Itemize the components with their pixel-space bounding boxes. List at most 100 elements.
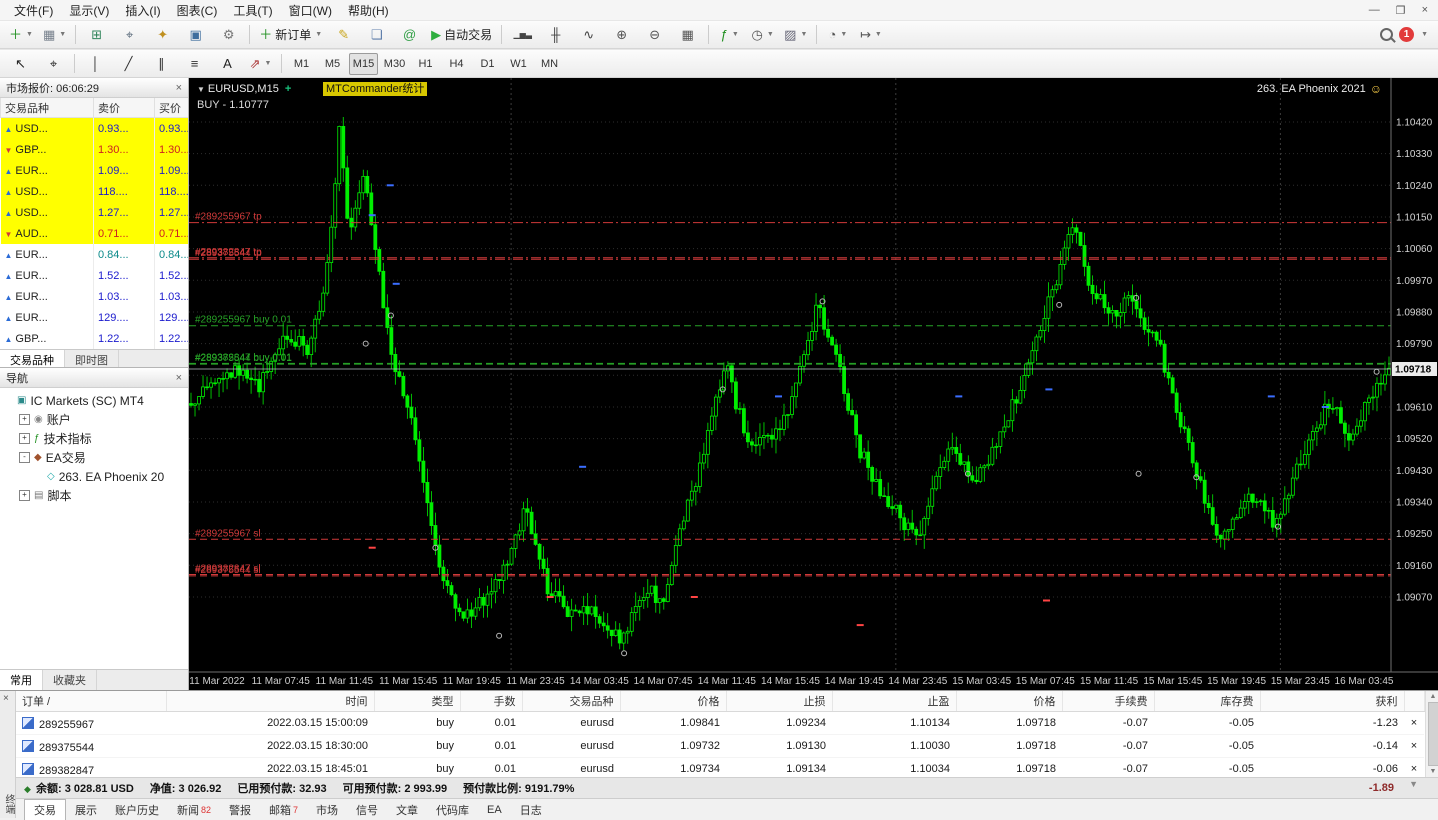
- terminal-tab-日志[interactable]: 日志: [511, 799, 551, 820]
- terminal-close-icon[interactable]: ×: [3, 693, 9, 704]
- candlestick-icon[interactable]: ╫: [539, 22, 572, 47]
- chart-area[interactable]: #289255967 tp#289382847 tp#289375544 tp#…: [189, 78, 1438, 690]
- orders-col-1[interactable]: 订单 /: [16, 691, 166, 712]
- tab-交易品种[interactable]: 交易品种: [0, 350, 65, 368]
- clock-icon[interactable]: ◔▼: [821, 22, 854, 47]
- line-chart-icon[interactable]: ∿: [572, 22, 605, 47]
- tree-item[interactable]: +◉账户: [0, 410, 188, 429]
- arrows-icon[interactable]: ⇗▼: [244, 51, 277, 76]
- menu-item-1[interactable]: 文件(F): [6, 3, 61, 19]
- terminal-tab-新闻[interactable]: 新闻82: [168, 799, 220, 820]
- indicators-icon[interactable]: ƒ▼: [713, 22, 746, 47]
- crosshair-icon[interactable]: ⌖: [37, 51, 70, 76]
- fibonacci-icon[interactable]: ≡: [178, 51, 211, 76]
- orders-col-5[interactable]: 交易品种: [522, 691, 620, 712]
- terminal-tab-EA[interactable]: EA: [478, 799, 511, 820]
- orders-col-6[interactable]: 价格: [620, 691, 726, 712]
- scroll-up-icon[interactable]: ▲: [1430, 693, 1437, 700]
- vline-icon[interactable]: │: [79, 51, 112, 76]
- market-watch-row[interactable]: ▲EUR...0.84...0.84...: [1, 244, 189, 265]
- new-order-button[interactable]: ＋新订单▼: [254, 22, 327, 47]
- timeframe-m30[interactable]: M30: [380, 53, 409, 75]
- bar-chart-icon[interactable]: ▁▅▃: [506, 22, 539, 47]
- search-icon[interactable]: [1380, 28, 1393, 41]
- zoom-out-icon[interactable]: ⊖: [638, 22, 671, 47]
- menu-item-2[interactable]: 显示(V): [61, 3, 117, 19]
- order-row[interactable]: 2893755442022.03.15 18:30:00buy0.01eurus…: [16, 735, 1424, 758]
- autotrading-button[interactable]: ▶自动交易: [426, 22, 497, 47]
- minimize-icon[interactable]: —: [1369, 4, 1380, 17]
- templates-icon[interactable]: ▨▼: [779, 22, 812, 47]
- ea-smiley-icon[interactable]: ☺: [1370, 82, 1382, 96]
- terminal-tab-文章[interactable]: 文章: [387, 799, 427, 820]
- timeframe-h1[interactable]: H1: [411, 53, 440, 75]
- menu-item-6[interactable]: 窗口(W): [281, 3, 340, 19]
- orders-col-7[interactable]: 止损: [726, 691, 832, 712]
- community-icon[interactable]: @: [393, 22, 426, 47]
- ea-stats-badge[interactable]: MTCommander统计: [323, 82, 427, 96]
- channel-icon[interactable]: ∥: [145, 51, 178, 76]
- tree-item[interactable]: -◆EA交易: [0, 448, 188, 467]
- orders-col-12[interactable]: 获利: [1260, 691, 1404, 712]
- maximize-icon[interactable]: ❐: [1396, 4, 1406, 17]
- orders-col-8[interactable]: 止盈: [832, 691, 956, 712]
- menu-item-4[interactable]: 图表(C): [169, 3, 226, 19]
- market-watch-icon[interactable]: ⊞: [80, 22, 113, 47]
- timeframe-m1[interactable]: M1: [287, 53, 316, 75]
- terminal-icon[interactable]: ▣: [179, 22, 212, 47]
- chart-shift-icon[interactable]: ↦▼: [854, 22, 887, 47]
- notification-badge[interactable]: 1: [1399, 27, 1414, 42]
- market-watch-row[interactable]: ▲USD...0.93...0.93...: [1, 118, 189, 140]
- expand-icon[interactable]: +: [19, 490, 30, 501]
- timeframe-d1[interactable]: D1: [473, 53, 502, 75]
- trendline-icon[interactable]: ╱: [112, 51, 145, 76]
- close-order-icon[interactable]: ×: [1404, 712, 1424, 735]
- market-watch-row[interactable]: ▼GBP...1.30...1.30...: [1, 139, 189, 160]
- new-chart-icon[interactable]: ＋▼: [4, 22, 38, 47]
- chart-plus-icon[interactable]: +: [285, 83, 291, 95]
- terminal-tab-信号[interactable]: 信号: [347, 799, 387, 820]
- text-icon[interactable]: A: [211, 51, 244, 76]
- navigator-icon[interactable]: ✦: [146, 22, 179, 47]
- print-icon[interactable]: ❏: [360, 22, 393, 47]
- market-watch-row[interactable]: ▼AUD...0.71...0.71...: [1, 223, 189, 244]
- tab-即时图[interactable]: 即时图: [65, 350, 119, 368]
- profiles-icon[interactable]: ▦▼: [38, 22, 71, 47]
- orders-col-4[interactable]: 手数: [460, 691, 522, 712]
- data-window-icon[interactable]: ⌖: [113, 22, 146, 47]
- price-chart[interactable]: #289255967 tp#289382847 tp#289375544 tp#…: [189, 78, 1438, 690]
- periods-icon[interactable]: ◷▼: [746, 22, 779, 47]
- market-watch-col-1[interactable]: 交易品种: [1, 98, 94, 118]
- collapse-icon[interactable]: -: [19, 452, 30, 463]
- terminal-tab-交易[interactable]: 交易: [24, 799, 66, 820]
- metaeditor-icon[interactable]: ✎: [327, 22, 360, 47]
- order-row[interactable]: 2892559672022.03.15 15:00:09buy0.01eurus…: [16, 712, 1424, 735]
- market-watch-row[interactable]: ▲USD...1.27...1.27...: [1, 202, 189, 223]
- terminal-tab-市场[interactable]: 市场: [307, 799, 347, 820]
- orders-col-11[interactable]: 库存费: [1154, 691, 1260, 712]
- timeframe-mn[interactable]: MN: [535, 53, 564, 75]
- orders-col-2[interactable]: 时间: [166, 691, 374, 712]
- market-watch-row[interactable]: ▲USD...118....118....: [1, 181, 189, 202]
- timeframe-h4[interactable]: H4: [442, 53, 471, 75]
- tree-item[interactable]: ◇263. EA Phoenix 20: [0, 467, 188, 486]
- tree-item[interactable]: +▤脚本: [0, 486, 188, 505]
- terminal-tab-代码库[interactable]: 代码库: [427, 799, 478, 820]
- orders-col-9[interactable]: 价格: [956, 691, 1062, 712]
- orders-col-10[interactable]: 手续费: [1062, 691, 1154, 712]
- terminal-tab-邮箱[interactable]: 邮箱7: [260, 799, 307, 820]
- tree-item[interactable]: ▣IC Markets (SC) MT4: [0, 391, 188, 410]
- strategy-tester-icon[interactable]: ⚙: [212, 22, 245, 47]
- tile-windows-icon[interactable]: ▦: [671, 22, 704, 47]
- close-icon[interactable]: ×: [1422, 4, 1428, 17]
- timeframe-m5[interactable]: M5: [318, 53, 347, 75]
- terminal-tab-展示[interactable]: 展示: [66, 799, 106, 820]
- terminal-scrollbar[interactable]: ▲ ▼: [1425, 691, 1438, 777]
- close-order-icon[interactable]: ×: [1404, 735, 1424, 758]
- terminal-tab-警报[interactable]: 警报: [220, 799, 260, 820]
- tree-item[interactable]: +ƒ技术指标: [0, 429, 188, 448]
- timeframe-m15[interactable]: M15: [349, 53, 378, 75]
- expand-icon[interactable]: +: [19, 433, 30, 444]
- market-watch-col-3[interactable]: 买价: [155, 98, 189, 118]
- close-icon[interactable]: ×: [176, 372, 182, 384]
